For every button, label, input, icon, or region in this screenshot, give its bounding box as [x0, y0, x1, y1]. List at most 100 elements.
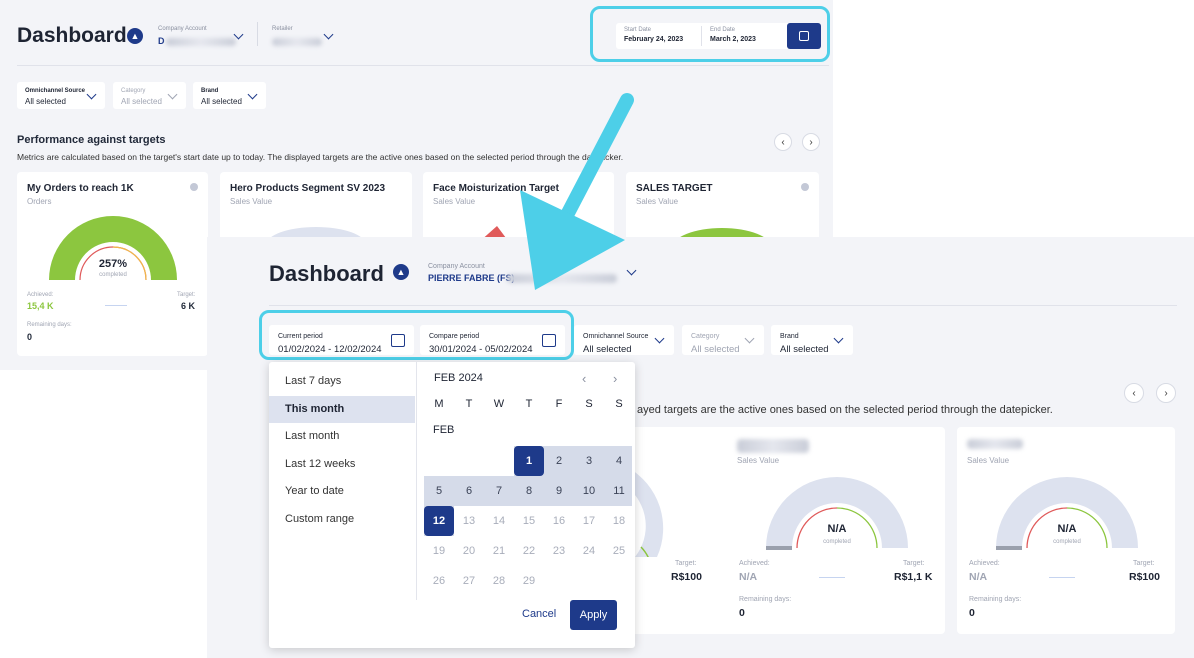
card-title-blur	[967, 439, 1023, 449]
graduation-cap-icon[interactable]: ▲	[127, 28, 143, 44]
calendar-day[interactable]: 26	[424, 566, 454, 596]
card-subtitle: Sales Value	[967, 456, 1010, 465]
calendar-day[interactable]: 20	[454, 536, 484, 566]
calendar-day[interactable]: 12	[424, 506, 454, 536]
card-subtitle: Orders	[27, 197, 52, 206]
apply-button[interactable]: Apply	[570, 600, 617, 630]
calendar-day[interactable]: 23	[544, 536, 574, 566]
achieved-value: N/A	[739, 571, 758, 583]
preset-last-12-weeks[interactable]: Last 12 weeks	[269, 451, 415, 478]
chevron-down-icon[interactable]	[233, 29, 244, 40]
preset-last-7-days[interactable]: Last 7 days	[269, 368, 415, 395]
target-card[interactable]: SALES TARGET Sales Value	[626, 172, 819, 242]
datepicker-popup: Last 7 days This month Last month Last 1…	[269, 362, 635, 648]
remaining-days-label: Remaining days:	[27, 322, 72, 328]
achieved-label: Achieved:	[27, 292, 54, 298]
target-label: Target:	[675, 560, 697, 567]
preset-last-month[interactable]: Last month	[269, 423, 415, 450]
next-month-button[interactable]: ›	[613, 371, 617, 386]
gauge-caption: completed	[823, 539, 851, 545]
info-icon[interactable]	[190, 183, 198, 191]
card-subtitle: Sales Value	[433, 197, 476, 206]
graduation-cap-icon[interactable]: ▲	[393, 264, 409, 280]
calendar-day[interactable]: 28	[484, 566, 514, 596]
brand-filter[interactable]: Brand All selected	[193, 82, 266, 109]
target-card[interactable]: My Orders to reach 1K Orders 257% comple…	[17, 172, 208, 356]
card-title: SALES TARGET	[636, 183, 713, 194]
omnichannel-source-filter[interactable]: Omnichannel Source All selected	[574, 325, 674, 355]
page-title: Dashboard	[17, 24, 127, 47]
brand-filter[interactable]: Brand All selected	[771, 325, 853, 355]
weekday-label: S	[585, 398, 593, 410]
card-title: My Orders to reach 1K	[27, 183, 134, 194]
calendar-day[interactable]: 9	[544, 476, 574, 506]
gauge-value: N/A	[1057, 523, 1077, 535]
chevron-down-icon[interactable]	[323, 29, 334, 40]
card-subtitle: Sales Value	[230, 197, 273, 206]
achieved-label: Achieved:	[969, 560, 1000, 567]
calendar-day[interactable]: 16	[544, 506, 574, 536]
calendar-day[interactable]: 3	[574, 446, 604, 476]
popup-divider	[416, 362, 417, 600]
filter-value: All selected	[121, 97, 162, 106]
calendar-day[interactable]: 7	[484, 476, 514, 506]
filter-value: All selected	[691, 344, 740, 355]
calendar-day[interactable]: 10	[574, 476, 604, 506]
carousel-prev-button[interactable]: ‹	[774, 133, 792, 151]
calendar-day[interactable]: 15	[514, 506, 544, 536]
calendar-day[interactable]: 11	[604, 476, 634, 506]
info-icon[interactable]	[801, 183, 809, 191]
gauge-caption: completed	[1053, 539, 1081, 545]
calendar-day[interactable]: 21	[484, 536, 514, 566]
calendar-day[interactable]: 25	[604, 536, 634, 566]
target-value: R$100	[1129, 571, 1160, 583]
preset-this-month[interactable]: This month	[269, 396, 415, 423]
highlight-old-datepicker	[590, 6, 830, 62]
calendar-day[interactable]: 14	[484, 506, 514, 536]
calendar-day[interactable]: 19	[424, 536, 454, 566]
filter-value: All selected	[583, 344, 632, 355]
carousel-prev-button[interactable]: ‹	[1124, 383, 1144, 403]
calendar-day[interactable]: 2	[544, 446, 574, 476]
target-card[interactable]: Sales Value N/A completed Achieved: N/A …	[727, 427, 945, 634]
target-value: R$100	[671, 571, 702, 583]
chevron-down-icon	[744, 333, 755, 344]
calendar-day[interactable]: 1	[514, 446, 544, 476]
filter-label: Brand	[780, 333, 799, 340]
target-card[interactable]: Hero Products Segment SV 2023 Sales Valu…	[220, 172, 412, 242]
calendar-day[interactable]: 8	[514, 476, 544, 506]
arrow-icon	[819, 577, 845, 578]
section-title: Performance against targets	[17, 134, 166, 146]
preset-custom-range[interactable]: Custom range	[269, 506, 415, 533]
target-label: Target:	[903, 560, 925, 567]
calendar-day[interactable]: 13	[454, 506, 484, 536]
calendar-day[interactable]: 29	[514, 566, 544, 596]
calendar-day[interactable]: 22	[514, 536, 544, 566]
carousel-next-button[interactable]: ›	[802, 133, 820, 151]
chevron-down-icon	[833, 333, 844, 344]
calendar-day[interactable]: 27	[454, 566, 484, 596]
calendar-day[interactable]: 4	[604, 446, 634, 476]
prev-month-button[interactable]: ‹	[582, 371, 586, 386]
calendar-day[interactable]: 18	[604, 506, 634, 536]
category-filter[interactable]: Category All selected	[682, 325, 764, 355]
carousel-next-button[interactable]: ›	[1156, 383, 1176, 403]
category-filter[interactable]: Category All selected	[113, 82, 186, 109]
calendar-month-short: FEB	[433, 424, 455, 436]
header-separator	[269, 305, 1177, 306]
calendar-day[interactable]: 24	[574, 536, 604, 566]
cancel-button[interactable]: Cancel	[522, 608, 556, 620]
filter-value: All selected	[25, 97, 66, 106]
company-account-label: Company Account	[428, 263, 485, 270]
section-subtitle: ayed targets are the active ones based o…	[637, 404, 1053, 416]
chevron-down-icon	[247, 89, 258, 100]
weekday-label: S	[615, 398, 623, 410]
omnichannel-source-filter[interactable]: Omnichannel Source All selected	[17, 82, 105, 109]
annotation-arrow	[520, 93, 634, 290]
preset-year-to-date[interactable]: Year to date	[269, 478, 415, 505]
calendar-day[interactable]: 6	[454, 476, 484, 506]
arrow-icon	[105, 305, 127, 306]
calendar-day[interactable]: 17	[574, 506, 604, 536]
calendar-day[interactable]: 5	[424, 476, 454, 506]
target-card[interactable]: Sales Value N/A completed Achieved: N/A …	[957, 427, 1175, 634]
